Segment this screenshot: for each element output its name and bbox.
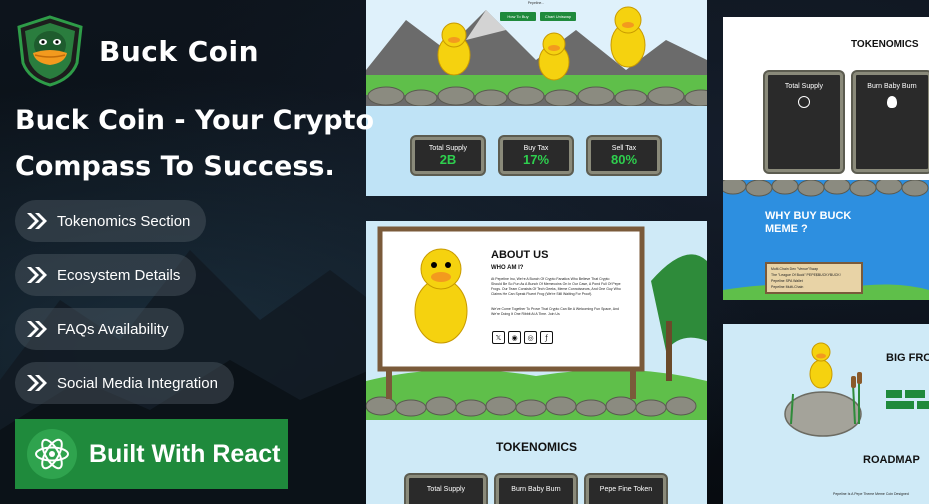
feature-pill-faqs: FAQs Availability xyxy=(15,308,185,350)
roadmap-illustration xyxy=(784,342,862,437)
built-with-react-badge: Built With React xyxy=(15,419,288,489)
token-card-title: Total Supply xyxy=(426,486,466,493)
token-card-title: Burn Baby Burn xyxy=(511,486,561,493)
tokenomics-heading-2: TOKENOMICS xyxy=(851,39,919,50)
facebook-icon[interactable]: ƒ xyxy=(540,331,553,344)
tag xyxy=(905,390,925,398)
stat-card-sell-tax: Sell Tax 80% xyxy=(588,137,660,174)
instagram-icon[interactable]: ◎ xyxy=(524,331,537,344)
why-buy-title: WHY BUY BUCK MEME ? xyxy=(765,210,852,235)
headline: Buck Coin - Your Crypto Compass To Succe… xyxy=(15,98,385,190)
screenshot-tokenomics: TOKENOMICS Total Supply Burn Baby Burn P… xyxy=(366,420,707,504)
stat-title: Total Supply xyxy=(428,144,468,152)
tag xyxy=(886,390,902,398)
feature-label: FAQs Availability xyxy=(57,320,169,338)
headline-line-2: Compass To Success. xyxy=(15,151,335,182)
screenshot-hero: Pepeline... How To Buy Chart Uniswap Tot… xyxy=(366,0,707,196)
roadmap-footer-text: Pepeline Is A Pepe Theme Meme Coin Desig… xyxy=(833,492,909,496)
feature-list: Tokenomics Section Ecosystem Details FAQ… xyxy=(15,200,234,404)
brand-header: Buck Coin xyxy=(15,15,259,87)
double-chevron-icon xyxy=(27,375,47,391)
why-buy-list: Multi-Chain Dex "Venue"Swap The "League … xyxy=(765,262,863,294)
headline-line-1: Buck Coin - Your Crypto xyxy=(15,105,375,136)
how-to-buy-button[interactable]: How To Buy xyxy=(500,12,536,21)
roadmap-heading: ROADMAP xyxy=(863,454,920,466)
feature-pill-ecosystem: Ecosystem Details xyxy=(15,254,197,296)
tag xyxy=(917,401,929,409)
about-heading: ABOUT US xyxy=(491,249,549,261)
about-body-2: We've Come Together To Prove That Crypto… xyxy=(491,307,619,316)
stat-value: 80% xyxy=(610,151,638,167)
token-card-pepe-fine: Pepe Fine Token xyxy=(586,475,666,504)
chart-uniswap-button[interactable]: Chart Uniswap xyxy=(540,12,576,21)
about-subheading: WHO AM I? xyxy=(491,265,524,271)
token-card-total-supply-2: Total Supply xyxy=(765,72,843,172)
token-card-burn-2: Burn Baby Burn xyxy=(853,72,929,172)
token-card-title: Pepe Fine Token xyxy=(599,486,653,493)
stat-card-buy-tax: Buy Tax 17% xyxy=(500,137,572,174)
about-body: At Pepeline Inu, We're A Bunch Of Crypto… xyxy=(491,277,621,296)
stat-title: Sell Tax xyxy=(611,144,637,152)
token-card-title: Burn Baby Burn xyxy=(867,83,917,90)
feature-pill-tokenomics: Tokenomics Section xyxy=(15,200,207,242)
why-buy-list-item: Pepeline Multi-Chain xyxy=(771,285,804,289)
feature-label: Tokenomics Section xyxy=(57,212,191,230)
discord-icon[interactable]: ◉ xyxy=(508,331,521,344)
screenshot-about: ABOUT US WHO AM I? At Pepeline Inu, We'r… xyxy=(366,221,707,420)
big-frog-heading: BIG FRO xyxy=(886,352,929,364)
react-icon-wrap xyxy=(27,429,77,479)
stat-value: 17% xyxy=(522,151,550,167)
built-with-react-label: Built With React xyxy=(89,439,281,468)
token-card-total-supply: Total Supply xyxy=(406,475,486,504)
double-chevron-icon xyxy=(27,321,47,337)
stat-title: Buy Tax xyxy=(523,144,549,152)
svg-text:Pepeline...: Pepeline... xyxy=(528,1,545,5)
screenshot-roadmap: BIG FRO ROADMAP Pepeline Is A Pepe Theme… xyxy=(723,324,929,504)
token-card-icon xyxy=(798,96,810,108)
screenshot-tokenomics-why: TOKENOMICS Total Supply Burn Baby Burn W… xyxy=(723,17,929,300)
token-card-burn: Burn Baby Burn xyxy=(496,475,576,504)
feature-pill-social: Social Media Integration xyxy=(15,362,234,404)
social-icons: 𝕏 ◉ ◎ ƒ xyxy=(492,331,553,344)
duck-shield-logo-icon xyxy=(17,15,83,87)
brand-name: Buck Coin xyxy=(99,34,260,68)
stat-card-total-supply: Total Supply 2B xyxy=(412,137,484,174)
twitter-icon[interactable]: 𝕏 xyxy=(492,331,505,344)
feature-label: Social Media Integration xyxy=(57,374,218,392)
stat-value: 2B xyxy=(439,151,457,167)
double-chevron-icon xyxy=(27,213,47,229)
flame-icon xyxy=(887,96,897,108)
token-card-title: Total Supply xyxy=(784,83,824,90)
green-tags xyxy=(886,390,929,409)
double-chevron-icon xyxy=(27,267,47,283)
feature-label: Ecosystem Details xyxy=(57,266,181,284)
react-atom-icon xyxy=(35,438,69,470)
tokenomics-heading: TOKENOMICS xyxy=(495,440,578,454)
tag xyxy=(886,401,914,409)
